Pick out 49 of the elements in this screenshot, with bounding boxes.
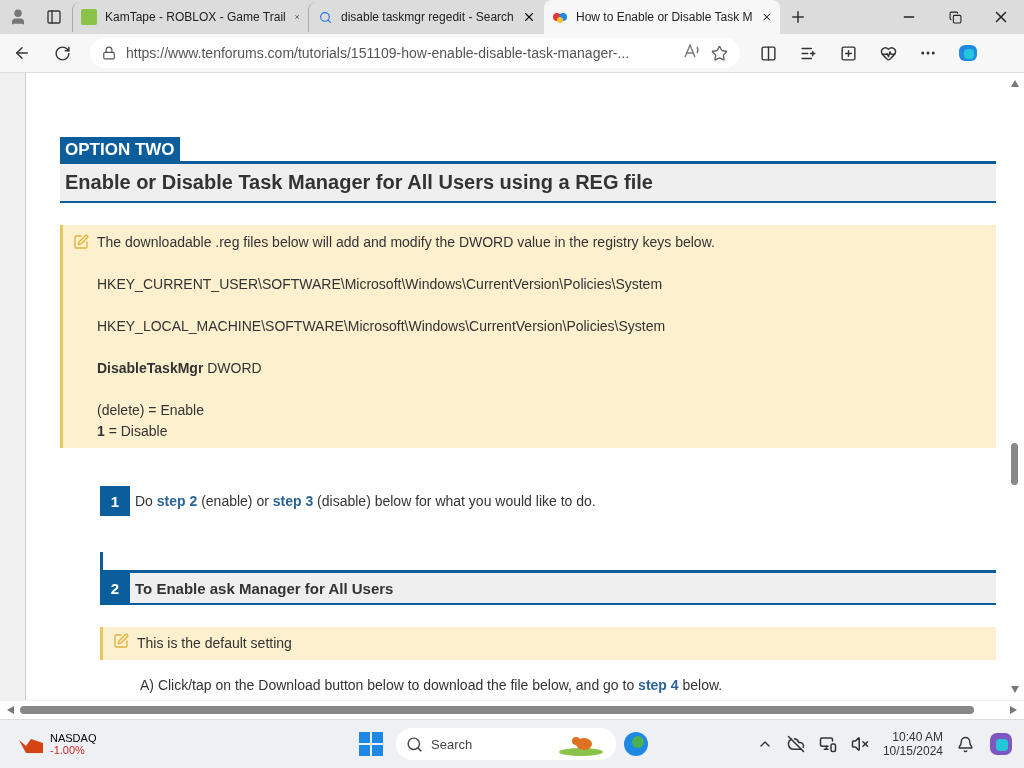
tab-title: KamTape - ROBLOX - Game Trail [105,10,286,24]
stock-widget[interactable]: NASDAQ -1.00% [18,732,358,756]
step-text: Do step 2 (enable) or step 3 (disable) below for what you would like to do. [135,493,596,509]
note-icon [113,633,129,649]
tab-title: How to Enable or Disable Task M [576,10,753,24]
scroll-right-icon[interactable] [1010,706,1018,714]
scroll-down-icon[interactable] [1011,686,1019,694]
notification-icon[interactable] [957,735,974,753]
network-icon[interactable] [818,735,837,753]
note-icon [73,234,89,250]
scroll-up-icon[interactable] [1011,79,1019,87]
taskbar-search[interactable]: Search [396,728,616,760]
browser-tab[interactable]: How to Enable or Disable Task M [544,0,780,34]
address-bar[interactable]: https://www.tenforums.com/tutorials/151109-how-enable-disable-task-manager-... [90,38,740,68]
search-icon [317,9,333,25]
start-icon[interactable] [358,731,384,757]
edge-browser-icon[interactable] [622,730,650,758]
close-icon[interactable] [760,10,772,24]
note-text: 1 = Disable [97,422,169,441]
search-icon [406,735,423,753]
favorite-star-icon[interactable] [711,44,728,62]
step-number: 1 [100,486,130,516]
note-text: The downloadable .reg files below will add and modify the DWORD value in the registry keys below. [97,233,715,252]
step-text: A) Click/tap on the Download button below to download the file below, and go to step 4 below. [140,677,724,693]
stock-name: NASDAQ [50,732,97,744]
section-heading: Enable or Disable Task Manager for All Users using a REG file [60,161,996,203]
stock-change: -1.00% [50,744,86,756]
note-text: (delete) = Enable [97,401,206,420]
scroll-thumb[interactable] [1011,443,1018,485]
step-number: 2 [100,573,130,603]
copilot-icon[interactable] [988,731,1014,757]
step-title: To Enable ask Manager for All Users [135,579,394,597]
scroll-left-icon[interactable] [6,706,14,714]
close-icon[interactable] [522,10,536,24]
clock[interactable]: 10:40 AM 10/15/2024 [882,730,943,758]
option-label: OPTION TWO [60,137,180,161]
mute-icon[interactable] [850,735,869,753]
note-text: HKEY_LOCAL_MACHINE\SOFTWARE\Microsoft\Windows\CurrentVersion\Policies\System [97,317,667,336]
search-placeholder: Search [431,736,473,752]
note-text: HKEY_CURRENT_USER\SOFTWARE\Microsoft\Windows\CurrentVersion\Policies\System [97,275,664,294]
cloud-off-icon[interactable] [786,735,805,753]
site-favicon-icon [81,9,97,25]
browser-tab[interactable]: KamTape - ROBLOX - Game Trail [72,2,308,32]
tab-title: disable taskmgr regedit - Search [341,10,514,24]
note-text: This is the default setting [137,634,292,653]
url-text: https://www.tenforums.com/tutorials/151109-how-enable-disable-task-manager-... [126,45,631,61]
lock-icon [102,46,116,60]
horizontal-scroll-thumb[interactable] [20,706,974,714]
note-text: DisableTaskMgr DWORD [97,359,263,378]
